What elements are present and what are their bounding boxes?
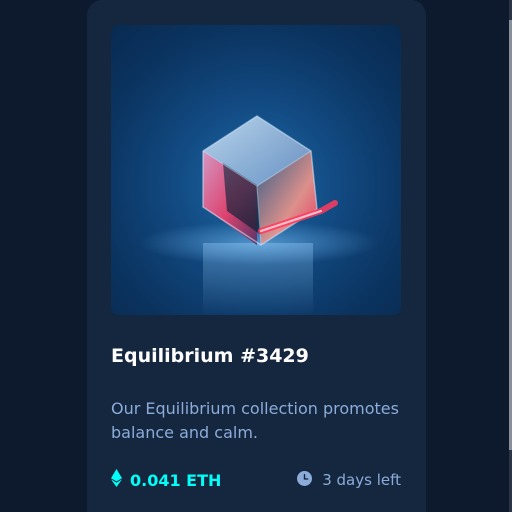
time-left-value: 3 days left [322, 471, 401, 489]
nft-image[interactable] [111, 25, 401, 315]
nft-preview-card: Equilibrium #3429 Our Equilibrium collec… [87, 0, 426, 512]
price-info: 0.041 ETH [111, 468, 221, 492]
page: Equilibrium #3429 Our Equilibrium collec… [0, 0, 512, 512]
time-left-info: 3 days left [297, 468, 401, 492]
nft-title[interactable]: Equilibrium #3429 [111, 345, 309, 367]
clock-icon [297, 470, 313, 490]
price-value: 0.041 ETH [130, 470, 222, 490]
ethereum-icon [111, 469, 122, 491]
nft-meta: 0.041 ETH 3 days left [111, 468, 401, 492]
nft-description: Our Equilibrium collection promotes bala… [111, 399, 399, 442]
crystal-cube-artwork [139, 115, 379, 315]
